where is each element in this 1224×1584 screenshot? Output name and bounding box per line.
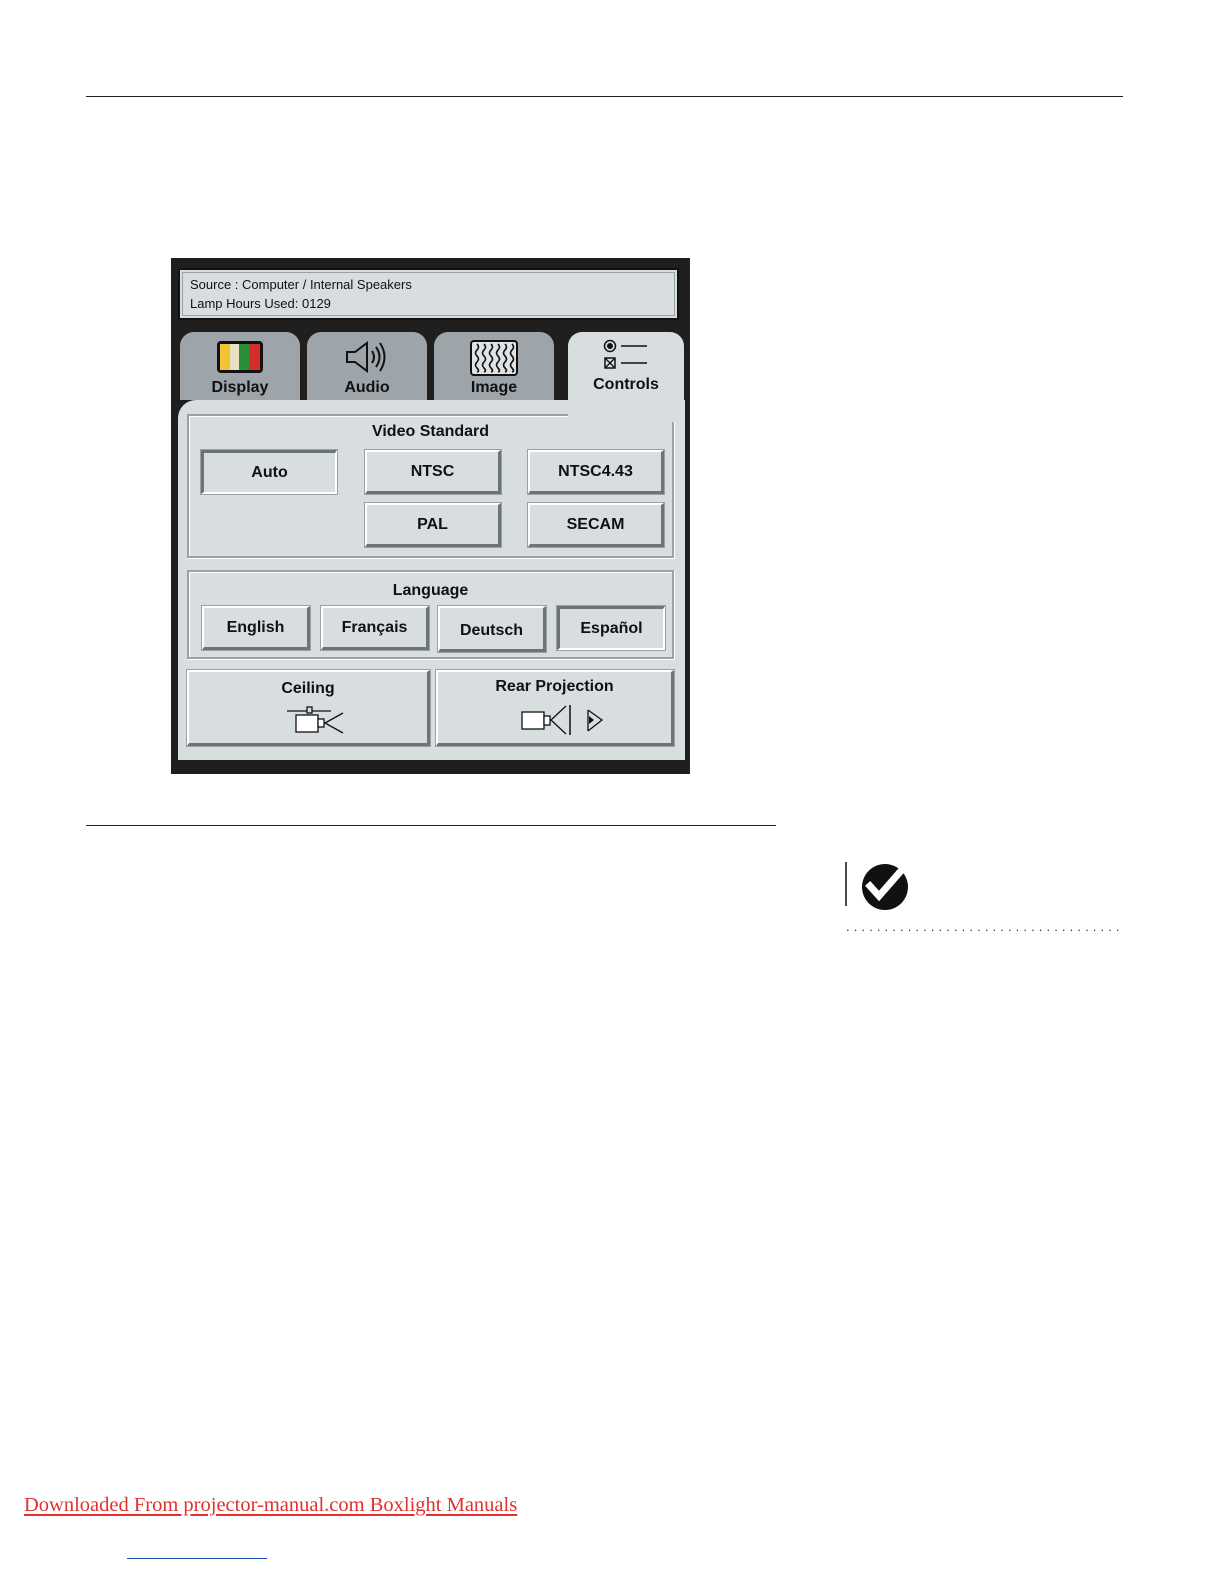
language-english-button[interactable]: English: [201, 605, 311, 651]
tab-display[interactable]: Display: [180, 332, 300, 400]
language-francais-button[interactable]: Français: [320, 605, 430, 651]
top-rule: [86, 96, 1123, 97]
language-title: Language: [392, 582, 469, 599]
video-secam-button[interactable]: SECAM: [527, 502, 665, 548]
tab-audio[interactable]: Audio: [307, 332, 427, 400]
speaker-icon: [343, 340, 391, 379]
video-ntsc-button[interactable]: NTSC: [364, 449, 502, 495]
controls-panel: Video Standard Auto NTSC NTSC4.43 PAL SE…: [178, 400, 685, 760]
ceiling-button[interactable]: Ceiling: [186, 669, 431, 747]
footer-blue-line: [127, 1558, 267, 1559]
wavy-image-icon: [469, 340, 519, 381]
status-box: Source : Computer / Internal Speakers La…: [178, 268, 679, 320]
rear-projection-icon: [520, 704, 610, 741]
tab-image-label: Image: [470, 379, 518, 396]
radio-checkbox-icon: [603, 338, 649, 375]
color-bars-icon: [216, 340, 264, 379]
language-deutsch-button[interactable]: Deutsch: [437, 605, 547, 653]
tab-image[interactable]: Image: [434, 332, 554, 400]
language-espanol-button[interactable]: Español: [556, 605, 666, 651]
tab-controls[interactable]: Controls: [568, 332, 684, 422]
tab-display-label: Display: [211, 379, 269, 396]
video-pal-button[interactable]: PAL: [364, 502, 502, 548]
footer-download-link[interactable]: Downloaded From projector-manual.com Box…: [24, 1494, 517, 1517]
dotted-separator: ........................................: [846, 919, 1120, 933]
language-group: Language English Français Deutsch Españo…: [187, 570, 674, 659]
ceiling-label: Ceiling: [281, 680, 335, 697]
video-standard-group: Video Standard Auto NTSC NTSC4.43 PAL SE…: [187, 414, 674, 558]
ceiling-projector-icon: [285, 706, 347, 741]
source-line: Source : Computer / Internal Speakers: [190, 277, 412, 292]
rear-projection-label: Rear Projection: [495, 678, 614, 695]
tab-audio-label: Audio: [344, 379, 390, 396]
video-standard-title: Video Standard: [371, 423, 490, 440]
controls-menu-screenshot: Source : Computer / Internal Speakers La…: [171, 258, 690, 774]
tab-controls-label: Controls: [593, 376, 659, 393]
lamp-hours-line: Lamp Hours Used: 0129: [190, 296, 331, 311]
video-auto-button[interactable]: Auto: [200, 449, 338, 495]
video-ntsc443-button[interactable]: NTSC4.43: [527, 449, 665, 495]
section-rule: [86, 825, 776, 826]
rear-projection-button[interactable]: Rear Projection: [435, 669, 675, 747]
note-checkmark-icon: [845, 862, 911, 917]
